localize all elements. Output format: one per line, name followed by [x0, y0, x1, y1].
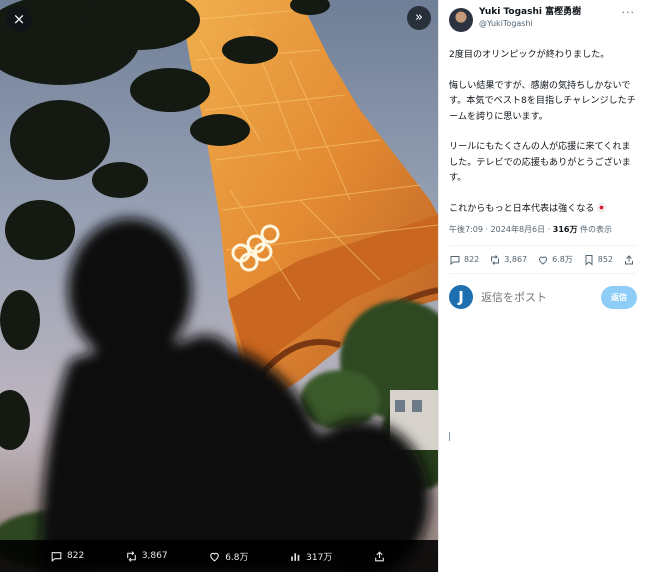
- media-viewer[interactable]: × » 822 3,867 6.8万 317万: [0, 0, 438, 572]
- more-options-button[interactable]: ···: [622, 6, 636, 19]
- share-icon: [375, 550, 384, 561]
- japan-flag-icon: [596, 202, 606, 212]
- reply-submit-button[interactable]: 返信: [601, 285, 637, 309]
- tweet-paragraph: リールにもたくさんの人が応援に来てくれました。テレビでの応援もありがとうございま…: [449, 142, 631, 183]
- media-views-count: 317万: [306, 552, 333, 563]
- bookmark-count: 852: [597, 255, 614, 264]
- media-retweet-button[interactable]: 3,867: [125, 550, 168, 563]
- eiffel-tower-photo: [0, 0, 438, 572]
- tweet-meta: 午後7:09 · 2024年8月6日 · 316万 件の表示: [449, 224, 637, 246]
- like-count: 6.8万: [552, 255, 573, 264]
- share-button[interactable]: [623, 254, 635, 266]
- reply-input[interactable]: [481, 290, 581, 304]
- avatar[interactable]: [449, 8, 473, 32]
- timestamp[interactable]: 午後7:09 · 2024年8月6日 ·: [449, 225, 553, 234]
- media-share-button[interactable]: [373, 550, 386, 563]
- display-name[interactable]: Yuki Togashi 富樫勇樹: [479, 6, 581, 18]
- media-views-button[interactable]: 317万: [289, 550, 332, 563]
- retweet-icon: [491, 254, 500, 265]
- scroll-indicator: [449, 432, 450, 441]
- reply-avatar: J: [449, 285, 473, 309]
- like-icon: [539, 256, 548, 265]
- user-handle[interactable]: @YukiTogashi: [479, 18, 581, 30]
- retweet-button[interactable]: 3,867: [489, 254, 527, 266]
- reply-icon: [51, 551, 62, 562]
- media-action-bar: 822 3,867 6.8万 317万: [0, 540, 438, 572]
- tweet-panel: Yuki Togashi 富樫勇樹 @YukiTogashi ··· 2度目のオ…: [438, 0, 645, 572]
- tweet-paragraph: これからもっと日本代表は強くなる: [449, 203, 595, 214]
- reply-button[interactable]: 822: [449, 254, 479, 266]
- retweet-count: 3,867: [504, 255, 528, 264]
- reply-count: 822: [464, 255, 480, 264]
- retweet-icon: [126, 550, 136, 562]
- media-reply-button[interactable]: 822: [50, 550, 84, 563]
- like-icon: [210, 552, 220, 561]
- views-count: 316万: [552, 225, 578, 234]
- tweet-paragraph: 悔しい結果ですが、感謝の気持ちしかないです。本気でベスト8を目指しチャレンジした…: [449, 80, 636, 122]
- bookmark-button[interactable]: 852: [583, 254, 613, 266]
- views-icon: [291, 552, 300, 561]
- close-button[interactable]: ×: [6, 6, 32, 32]
- media-like-count: 6.8万: [225, 552, 249, 563]
- media-like-button[interactable]: 6.8万: [208, 550, 249, 563]
- tweet-text: 2度目のオリンピックが終わりました。 悔しい結果ですが、感謝の気持ちしかないです…: [449, 48, 637, 217]
- tweet-paragraph: 2度目のオリンピックが終わりました。: [449, 50, 610, 60]
- views-label: 件の表示: [577, 225, 613, 234]
- tweet-paragraph-last: これからもっと日本代表は強くなる: [449, 202, 637, 218]
- share-icon: [624, 254, 633, 264]
- media-reply-count: 822: [67, 551, 85, 561]
- bookmark-icon: [585, 254, 593, 266]
- reply-icon: [450, 255, 460, 265]
- expand-panel-button[interactable]: »: [407, 6, 431, 30]
- media-retweet-count: 3,867: [141, 551, 168, 561]
- like-button[interactable]: 6.8万: [537, 254, 573, 266]
- tweet-action-bar: 822 3,867 6.8万 852: [449, 246, 637, 274]
- reply-composer: J 返信: [449, 274, 637, 320]
- tweet-author: Yuki Togashi 富樫勇樹 @YukiTogashi ···: [449, 6, 637, 38]
